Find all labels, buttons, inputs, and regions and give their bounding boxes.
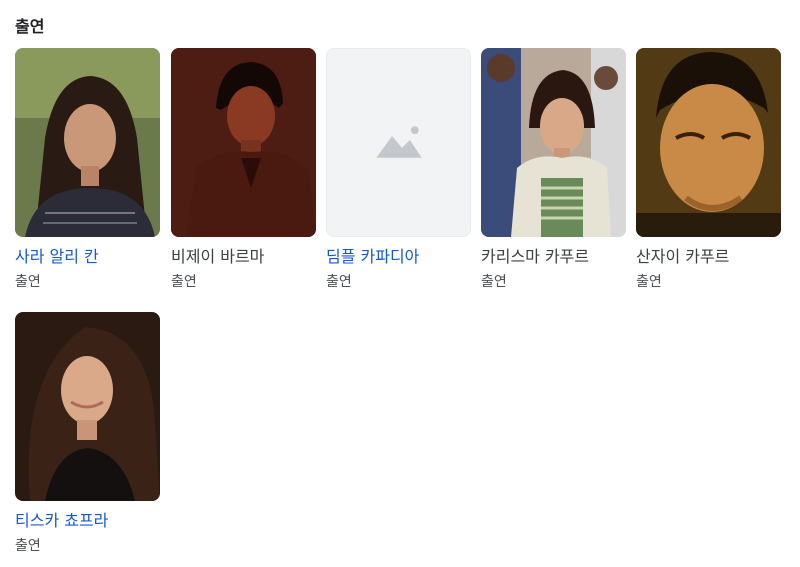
portrait-image — [171, 48, 316, 237]
cast-photo[interactable] — [636, 48, 781, 237]
portrait-image — [481, 48, 626, 237]
cast-card[interactable]: 티스카 쵸프라 출연 — [15, 312, 160, 555]
cast-role: 출연 — [326, 274, 352, 290]
cast-card[interactable]: 산자이 카푸르 출연 — [636, 48, 781, 291]
cast-card[interactable]: 딤플 카파디아 출연 — [326, 48, 471, 291]
cast-name[interactable]: 딤플 카파디아 — [326, 247, 471, 267]
portrait-image — [636, 48, 781, 237]
portrait-image — [15, 312, 160, 501]
cast-name[interactable]: 티스카 쵸프라 — [15, 511, 160, 531]
section-title: 출연 — [15, 17, 45, 36]
cast-role: 출연 — [171, 274, 197, 290]
cast-role: 출연 — [15, 274, 41, 290]
cast-photo[interactable] — [481, 48, 626, 237]
portrait-image — [15, 48, 160, 237]
cast-card[interactable]: 사라 알리 칸 출연 — [15, 48, 160, 291]
cast-photo[interactable] — [15, 48, 160, 237]
cast-photo[interactable] — [15, 312, 160, 501]
cast-name[interactable]: 산자이 카푸르 — [636, 247, 781, 267]
cast-card[interactable]: 카리스마 카푸르 출연 — [481, 48, 626, 291]
cast-role: 출연 — [15, 538, 41, 554]
cast-card[interactable]: 비제이 바르마 출연 — [171, 48, 316, 291]
cast-role: 출연 — [481, 274, 507, 290]
cast-name[interactable]: 비제이 바르마 — [171, 247, 316, 267]
cast-name[interactable]: 카리스마 카푸르 — [481, 247, 626, 267]
cast-role: 출연 — [636, 274, 662, 290]
image-placeholder-icon — [327, 49, 470, 236]
cast-name[interactable]: 사라 알리 칸 — [15, 247, 160, 267]
cast-photo[interactable] — [326, 48, 471, 237]
cast-photo[interactable] — [171, 48, 316, 237]
